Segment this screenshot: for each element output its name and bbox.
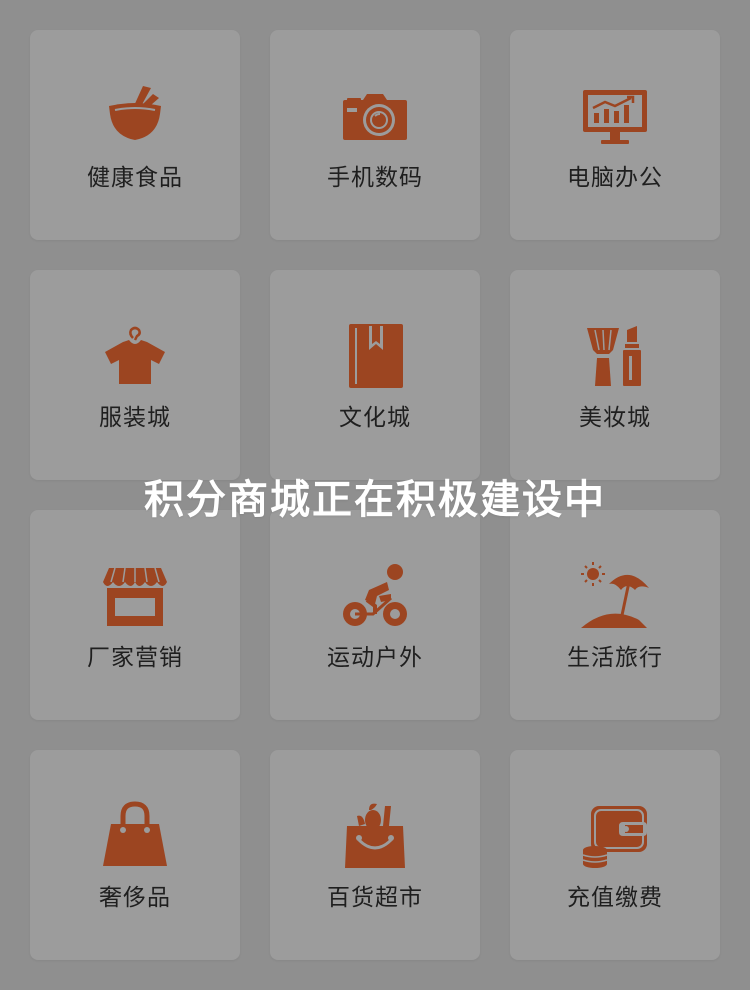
category-label: 充值缴费 [567,885,663,911]
category-tile-recharge-payment[interactable]: 充值缴费 [510,750,720,960]
category-tile-sports-outdoor[interactable]: 运动户外 [270,510,480,720]
storefront-icon [30,560,240,632]
category-label: 健康食品 [87,165,183,191]
category-tile-phone-digital[interactable]: 手机数码 [270,30,480,240]
category-tile-department-store[interactable]: 百货超市 [270,750,480,960]
category-tile-beauty[interactable]: 美妆城 [510,270,720,480]
makeup-brush-lipstick-icon [510,320,720,392]
category-label: 服装城 [99,405,171,431]
category-tile-luxury[interactable]: 奢侈品 [30,750,240,960]
camera-icon [270,80,480,152]
category-label: 电脑办公 [567,165,663,191]
category-label: 手机数码 [327,165,423,191]
cyclist-icon [270,560,480,632]
category-label: 奢侈品 [99,885,171,911]
category-tile-health-food[interactable]: 健康食品 [30,30,240,240]
wallet-coins-icon [510,800,720,872]
category-tile-computer-office[interactable]: 电脑办公 [510,30,720,240]
category-label: 美妆城 [579,405,651,431]
category-label: 百货超市 [327,885,423,911]
category-tile-clothing[interactable]: 服装城 [30,270,240,480]
category-tile-culture[interactable]: 文化城 [270,270,480,480]
bowl-chopsticks-icon [30,80,240,152]
grocery-bag-icon [270,800,480,872]
handbag-icon [30,800,240,872]
category-tile-life-travel[interactable]: 生活旅行 [510,510,720,720]
category-tile-factory-marketing[interactable]: 厂家营销 [30,510,240,720]
category-label: 文化城 [339,405,411,431]
category-label: 运动户外 [327,645,423,671]
beach-umbrella-icon [510,560,720,632]
book-icon [270,320,480,392]
shirt-hanger-icon [30,320,240,392]
category-label: 生活旅行 [567,645,663,671]
category-label: 厂家营销 [87,645,183,671]
monitor-chart-icon [510,80,720,152]
category-grid: 健康食品 手机数码 电脑办公 服装城 文化城 美妆城 厂家营销 运动户外 生活旅… [30,30,720,960]
